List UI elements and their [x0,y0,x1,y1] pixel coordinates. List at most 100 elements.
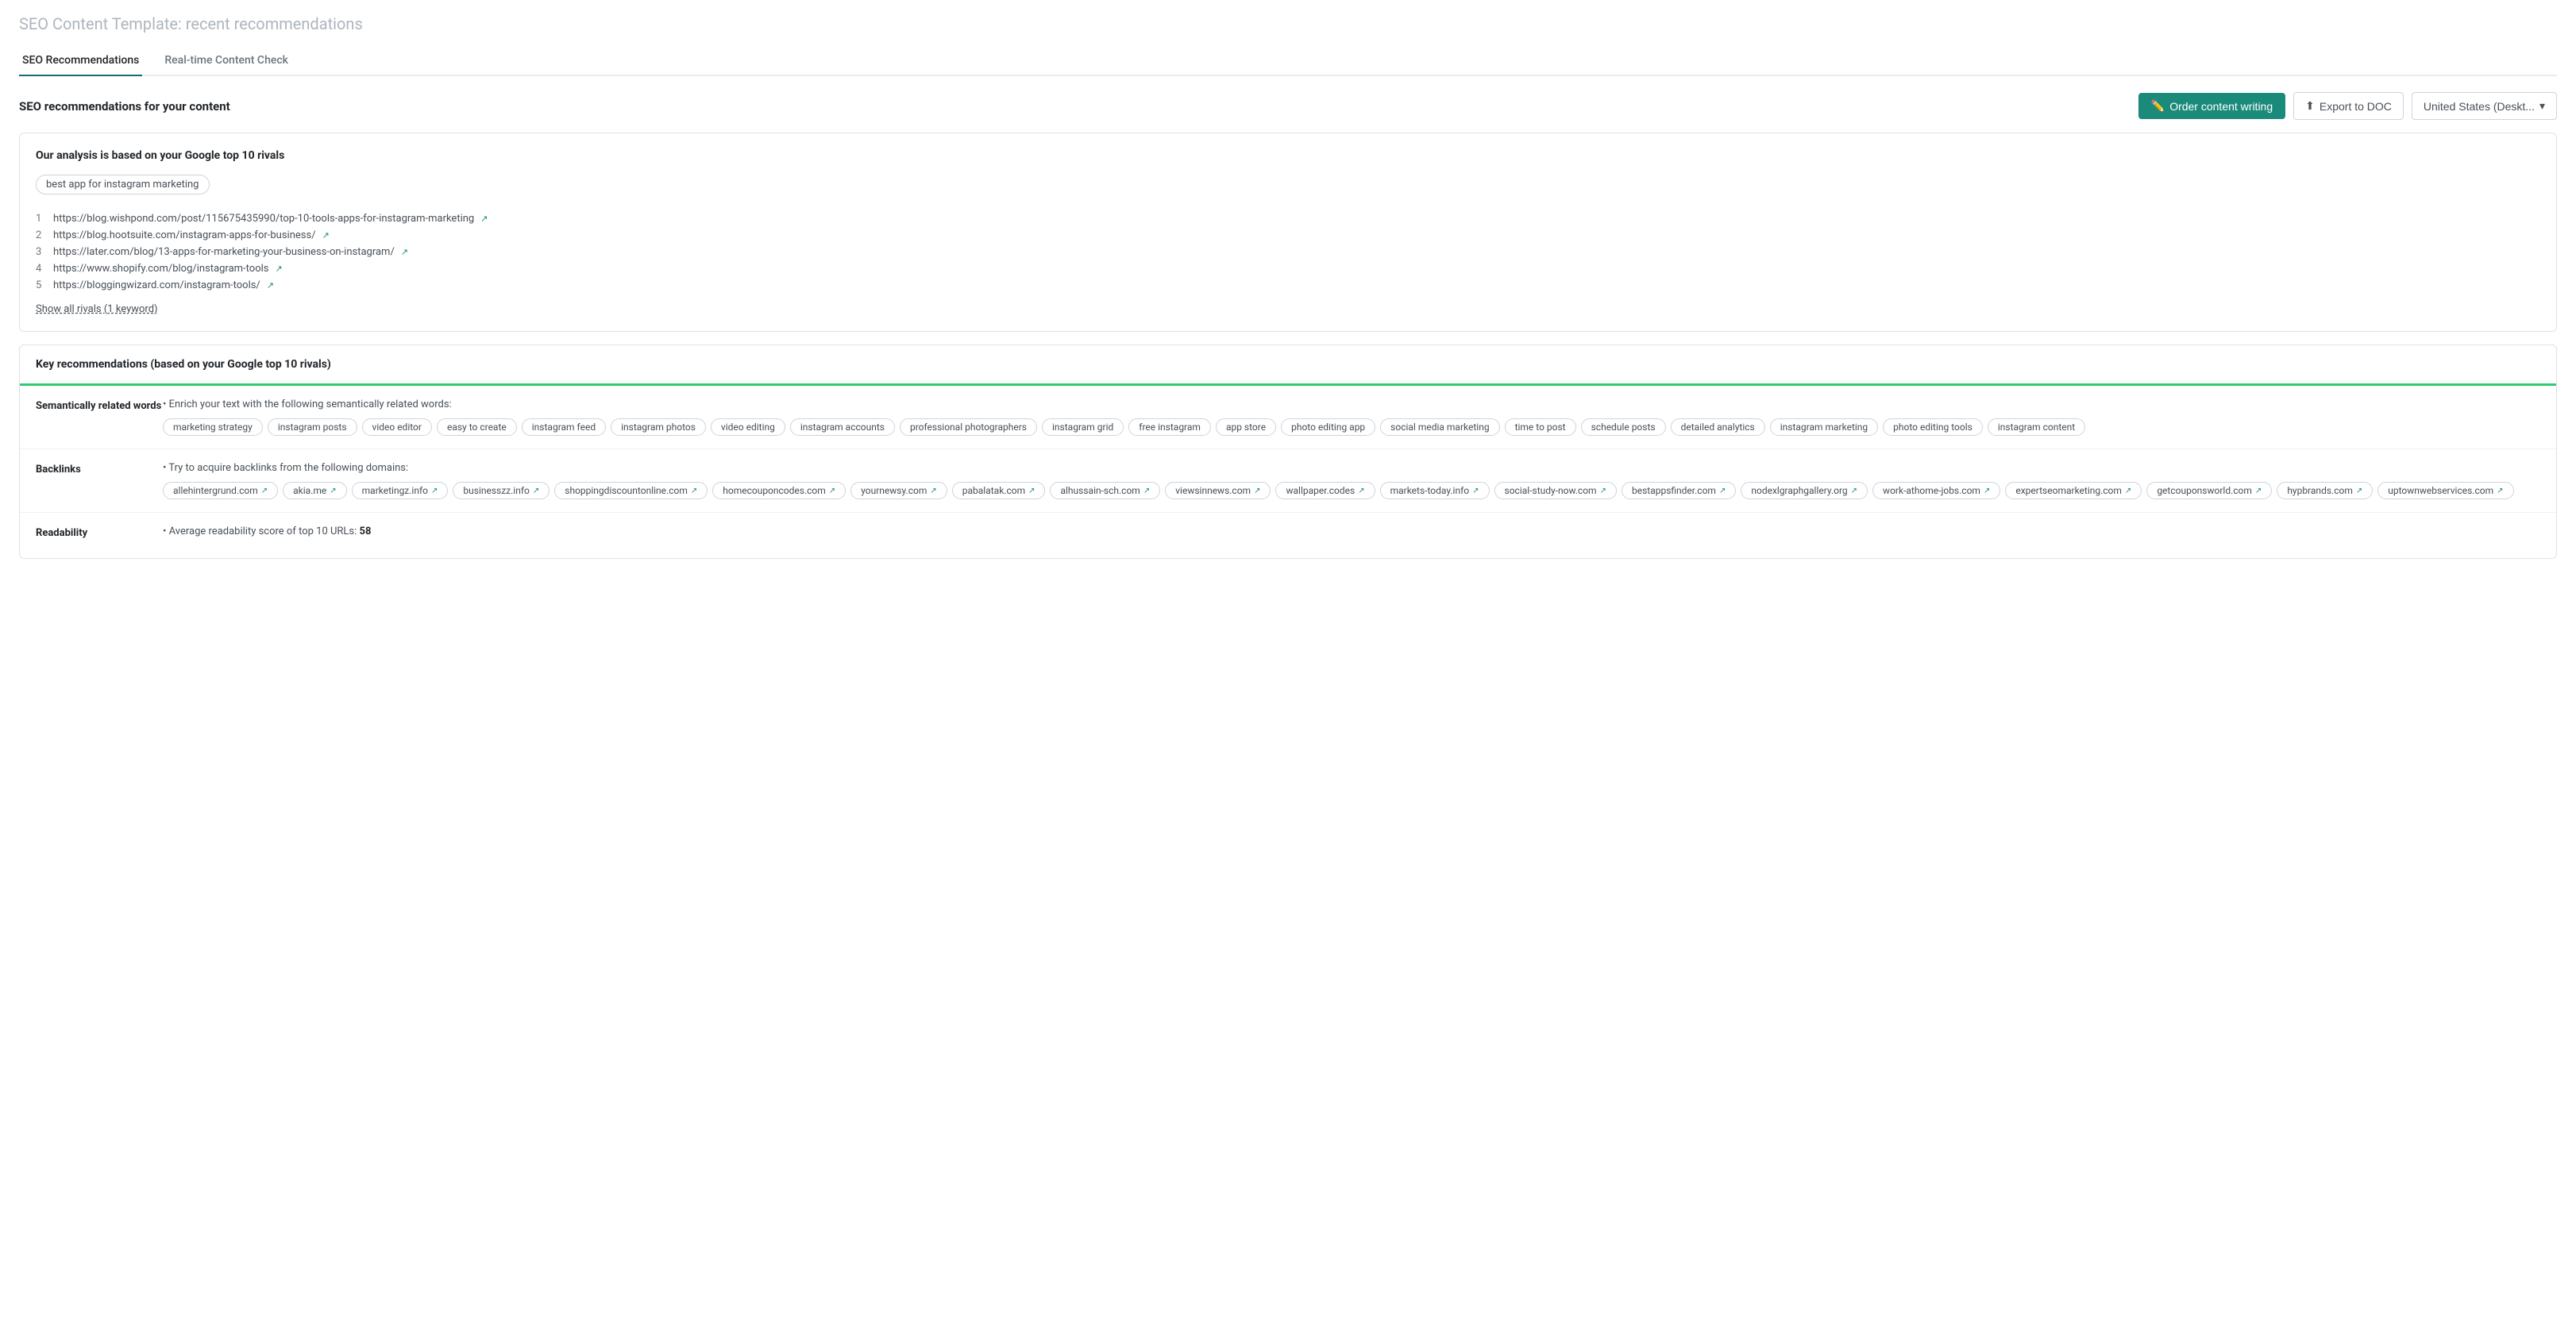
rival-url[interactable]: https://later.com/blog/13-apps-for-marke… [53,246,395,258]
rec-intro-readability: • Average readability score of top 10 UR… [163,526,2540,537]
tab-bar: SEO Recommendations Real-time Content Ch… [19,46,2557,76]
external-link-icon: ↗ [330,487,336,495]
backlink-pill[interactable]: nodexlgraphgallery.org ↗ [1741,482,1868,499]
rival-number: 3 [36,246,47,258]
external-link-icon: ↗ [533,487,539,495]
external-link-icon: ↗ [1028,487,1035,495]
rival-url[interactable]: https://bloggingwizard.com/instagram-too… [53,279,260,291]
tab-seo-recommendations[interactable]: SEO Recommendations [19,46,142,76]
semantic-pill: video editor [362,418,432,436]
external-link-icon: ↗ [1143,487,1150,495]
rival-url[interactable]: https://blog.hootsuite.com/instagram-app… [53,229,316,241]
semantic-pill: photo editing tools [1883,418,1983,436]
semantic-pill: detailed analytics [1671,418,1765,436]
semantic-pill: schedule posts [1581,418,1666,436]
semantic-pill: instagram grid [1042,418,1124,436]
semantic-pill: photo editing app [1281,418,1375,436]
backlink-pill[interactable]: akia.me ↗ [283,482,347,499]
external-link-icon: ↗ [1600,487,1606,495]
external-link-icon: ↗ [431,487,438,495]
semantic-pill: easy to create [437,418,517,436]
rivals-list-item: 4 https://www.shopify.com/blog/instagram… [36,260,2540,277]
external-link-icon: ↗ [275,264,282,274]
rivals-card-title: Our analysis is based on your Google top… [36,149,2540,162]
key-recommendations-card: Key recommendations (based on your Googl… [19,345,2557,559]
backlink-pill[interactable]: expertseomarketing.com ↗ [2005,482,2142,499]
semantic-pill: instagram content [1988,418,2085,436]
semantic-pill: instagram photos [611,418,706,436]
semantic-pill: time to post [1505,418,1576,436]
rivals-card: Our analysis is based on your Google top… [19,133,2557,332]
rec-row-semantically-related: Semantically related words • Enrich your… [20,386,2556,449]
external-link-icon: ↗ [1719,487,1726,495]
external-link-icon: ↗ [829,487,835,495]
external-link-icon: ↗ [267,280,274,291]
rival-number: 4 [36,263,47,275]
backlink-pill[interactable]: markets-today.info ↗ [1380,482,1490,499]
external-link-icon: ↗ [1254,487,1260,495]
rec-row-backlinks: Backlinks • Try to acquire backlinks fro… [20,449,2556,513]
semantic-pills-container: marketing strategyinstagram postsvideo e… [163,418,2540,436]
external-link-icon: ↗ [1984,487,1990,495]
backlink-pill[interactable]: allehintergrund.com ↗ [163,482,278,499]
order-content-writing-button[interactable]: ✏️ Order content writing [2138,93,2285,119]
backlink-pill[interactable]: viewsinnews.com ↗ [1165,482,1271,499]
rec-content-backlinks: • Try to acquire backlinks from the foll… [163,462,2540,499]
backlinks-pills-container: allehintergrund.com ↗ akia.me ↗ marketingz… [163,482,2540,499]
key-rec-header: Key recommendations (based on your Googl… [20,345,2556,386]
location-dropdown-button[interactable]: United States (Deskt... ▾ [2412,92,2557,120]
rivals-list-item: 5 https://bloggingwizard.com/instagram-t… [36,277,2540,294]
backlink-pill[interactable]: getcouponsworld.com ↗ [2146,482,2272,499]
external-link-icon: ↗ [401,247,408,257]
external-link-icon: ↗ [2125,487,2131,495]
rival-number: 5 [36,279,47,291]
rival-number: 1 [36,213,47,225]
external-link-icon: ↗ [1851,487,1857,495]
backlink-pill[interactable]: shoppingdiscountonline.com ↗ [554,482,708,499]
backlink-pill[interactable]: businesszz.info ↗ [453,482,550,499]
rec-intro-semantically-related: • Enrich your text with the following se… [163,399,2540,410]
keyword-pill: best app for instagram marketing [36,175,210,194]
external-link-icon: ↗ [930,487,936,495]
show-all-rivals-link[interactable]: Show all rivals (1 keyword) [36,303,158,315]
rivals-list-item: 2 https://blog.hootsuite.com/instagram-a… [36,227,2540,244]
external-link-icon: ↗ [691,487,697,495]
semantic-pill: instagram feed [522,418,606,436]
section-title: SEO recommendations for your content [19,99,230,114]
rival-number: 2 [36,229,47,241]
rivals-list: 1 https://blog.wishpond.com/post/1156754… [36,210,2540,294]
backlink-pill[interactable]: work-athome-jobs.com ↗ [1872,482,2000,499]
rivals-list-item: 1 https://blog.wishpond.com/post/1156754… [36,210,2540,227]
backlink-pill[interactable]: hypbrands.com ↗ [2277,482,2373,499]
tab-realtime-check[interactable]: Real-time Content Check [161,46,291,76]
backlink-pill[interactable]: alhussain-sch.com ↗ [1050,482,1160,499]
backlink-pill[interactable]: marketingz.info ↗ [352,482,449,499]
backlink-pill[interactable]: uptownwebservices.com ↗ [2377,482,2513,499]
chevron-down-icon: ▾ [2539,99,2545,113]
export-to-doc-button[interactable]: ⬆ Export to DOC [2293,92,2404,120]
write-icon: ✏️ [2151,99,2165,113]
external-link-icon: ↗ [261,487,268,495]
rival-url[interactable]: https://www.shopify.com/blog/instagram-t… [53,263,268,275]
backlink-pill[interactable]: social-study-now.com ↗ [1494,482,1617,499]
readability-score: 58 [360,526,372,537]
rec-content-semantically-related: • Enrich your text with the following se… [163,399,2540,436]
rec-intro-backlinks: • Try to acquire backlinks from the foll… [163,462,2540,474]
rival-url[interactable]: https://blog.wishpond.com/post/115675435… [53,213,474,225]
export-icon: ⬆ [2305,99,2315,113]
rivals-list-item: 3 https://later.com/blog/13-apps-for-mar… [36,244,2540,260]
backlink-pill[interactable]: wallpaper.codes ↗ [1275,482,1375,499]
backlink-pill[interactable]: homecouponcodes.com ↗ [712,482,846,499]
semantic-pill: professional photographers [900,418,1037,436]
backlink-pill[interactable]: yournewsy.com ↗ [850,482,947,499]
semantic-pill: app store [1216,418,1276,436]
external-link-icon: ↗ [2356,487,2362,495]
semantic-pill: instagram accounts [790,418,895,436]
semantic-pill: instagram marketing [1770,418,1878,436]
rec-row-readability: Readability • Average readability score … [20,513,2556,558]
backlink-pill[interactable]: bestappsfinder.com ↗ [1622,482,1736,499]
backlink-pill[interactable]: pabalatak.com ↗ [952,482,1046,499]
external-link-icon: ↗ [2255,487,2262,495]
rec-label-backlinks: Backlinks [36,462,163,476]
semantic-pill: instagram posts [268,418,357,436]
